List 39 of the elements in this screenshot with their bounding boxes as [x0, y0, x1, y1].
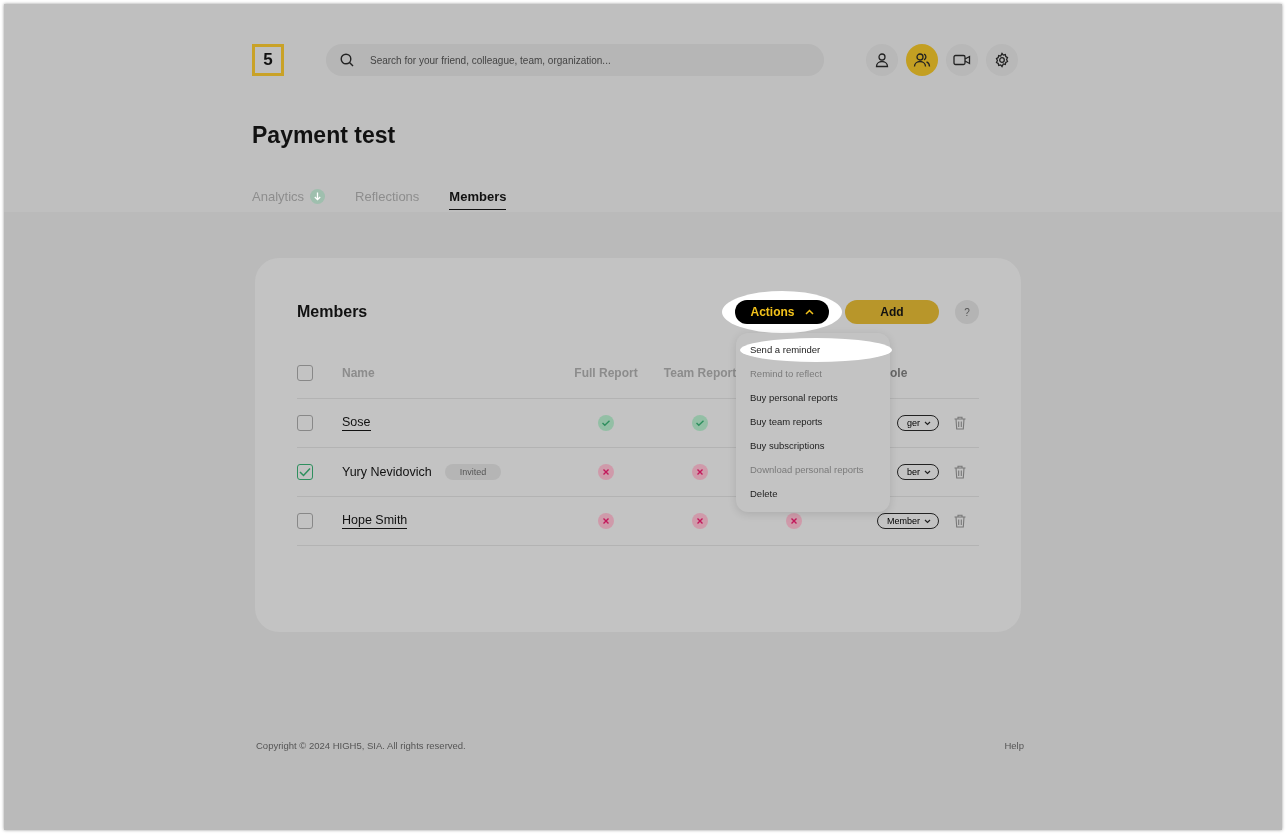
help-button[interactable]: ? — [955, 300, 979, 324]
caret-icon — [804, 309, 814, 315]
menu-item[interactable]: Buy team reports — [736, 410, 890, 434]
video-button[interactable] — [946, 44, 978, 76]
person-icon — [874, 52, 890, 68]
member-link[interactable]: Hope Smith — [342, 513, 408, 529]
card-title: Members — [297, 303, 368, 321]
settings-button[interactable] — [986, 44, 1018, 76]
menu-item[interactable]: Buy subscriptions — [736, 434, 890, 458]
menu-item[interactable]: Send a reminder — [740, 338, 892, 362]
member-name: Yury Nevidovich — [342, 464, 432, 480]
checkbox[interactable] — [297, 513, 313, 529]
checkbox[interactable] — [297, 415, 313, 431]
add-button[interactable]: Add — [845, 300, 939, 324]
settings-icon — [994, 52, 1010, 68]
copyright-text: Copyright © 2024 HIGH5, SIA. All rights reserved. — [256, 740, 466, 751]
checkbox[interactable] — [297, 365, 313, 381]
menu-item[interactable]: Delete — [736, 482, 890, 506]
column-header: ole — [889, 366, 909, 380]
member-link[interactable]: Sose — [342, 415, 371, 431]
logo[interactable]: 5 — [252, 44, 284, 76]
chevron-icon — [924, 420, 931, 426]
trash-icon[interactable] — [954, 514, 966, 528]
chevron-icon — [924, 518, 931, 524]
actions-button[interactable]: Actions — [735, 300, 829, 324]
people-icon — [913, 52, 931, 68]
people-button[interactable] — [906, 44, 938, 76]
person-button[interactable] — [866, 44, 898, 76]
video-camera-icon — [953, 53, 971, 67]
trash-icon[interactable] — [954, 416, 966, 430]
menu-item[interactable]: Buy personal reports — [736, 386, 890, 410]
checkbox[interactable] — [297, 464, 313, 480]
page-title: Payment test — [252, 122, 397, 149]
trash-icon[interactable] — [954, 465, 966, 479]
status-tag: Invited — [444, 464, 502, 480]
chevron-icon — [924, 469, 931, 475]
search-field[interactable]: Search for your friend, colleague, team, organization... — [326, 44, 824, 76]
tab[interactable]: Members — [449, 189, 507, 210]
help-link[interactable]: Help — [1004, 740, 1024, 751]
